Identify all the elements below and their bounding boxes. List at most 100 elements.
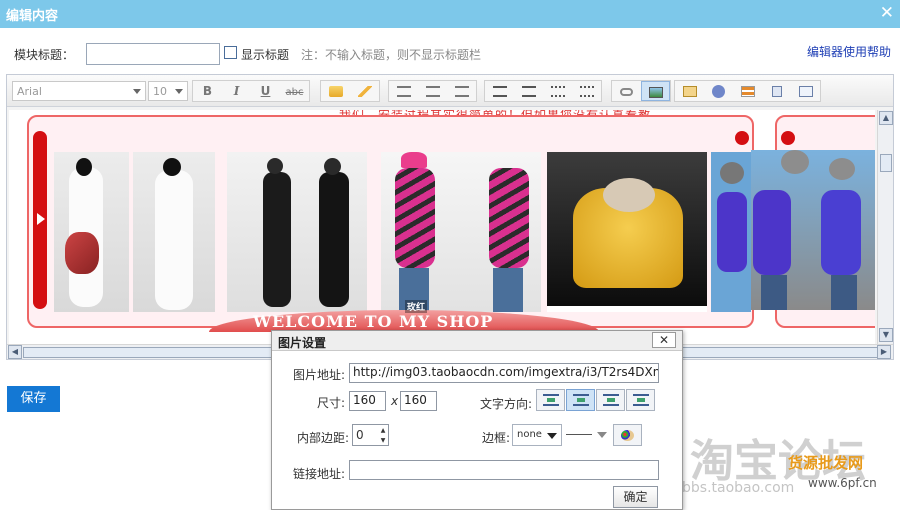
title-note: 注：不输入标题，则不显示标题栏 <box>301 48 482 62</box>
product-photo-6-left[interactable] <box>711 152 751 312</box>
chevron-down-icon <box>597 432 607 438</box>
list-group <box>484 80 602 102</box>
module-title-label: 模块标题： <box>14 48 75 62</box>
align-group <box>388 80 477 102</box>
brand-logo-text: 货源批发网 <box>788 454 864 472</box>
window-titlebar: 编辑内容 ✕ <box>0 0 900 28</box>
link-icon[interactable] <box>612 81 641 101</box>
vertical-scrollbar[interactable]: ▲ ▼ <box>877 110 893 344</box>
banner-frame: WELCOME TO MY SHOP 玫红 <box>27 115 754 332</box>
border-width-select[interactable] <box>563 424 611 446</box>
scroll-right-icon[interactable]: ▶ <box>877 345 891 359</box>
underline-icon[interactable]: U <box>251 81 280 101</box>
strikethrough-icon[interactable]: abc <box>280 81 309 101</box>
wrap-left-icon[interactable] <box>536 389 565 411</box>
image-url-input[interactable]: http://img03.taobaocdn.com/imgextra/i3/T… <box>349 363 659 383</box>
product-photo-5[interactable] <box>547 152 707 312</box>
product-photo-2[interactable] <box>133 152 215 312</box>
right-red-dot <box>735 131 749 145</box>
title-row: 模块标题： 显示标题 注：不输入标题，则不显示标题栏 编辑器使用帮助 <box>0 42 900 68</box>
close-icon[interactable]: ✕ <box>880 3 894 23</box>
padding-label: 内部边距: <box>297 431 350 445</box>
font-size-value: 10 <box>153 85 167 98</box>
wrap-center-icon[interactable] <box>566 389 595 411</box>
align-left-icon[interactable] <box>389 81 418 101</box>
text-direction-label: 文字方向: <box>480 397 533 411</box>
image-icon[interactable] <box>641 81 670 101</box>
next-red-dot <box>781 131 795 145</box>
scroll-down-icon[interactable]: ▼ <box>879 328 893 342</box>
numbered-list-icon[interactable] <box>572 81 601 101</box>
padding-stepper[interactable]: 0 ▲ ▼ <box>352 424 389 446</box>
show-title-label[interactable]: 显示标题 <box>241 46 289 63</box>
text-direction-buttons <box>536 389 656 411</box>
dialog-header: 图片设置 ✕ <box>272 331 682 351</box>
stepper-up-icon[interactable]: ▲ <box>379 426 387 435</box>
link-url-input[interactable] <box>349 460 659 480</box>
font-family-value: Arial <box>17 85 42 98</box>
stepper-down-icon[interactable]: ▼ <box>379 436 387 445</box>
padding-value: 0 <box>356 428 364 442</box>
product-photo-1[interactable] <box>54 152 129 312</box>
photo-tag: 玫红 <box>405 300 428 313</box>
welcome-banner: WELCOME TO MY SHOP <box>209 310 599 332</box>
border-label: 边框: <box>482 431 511 445</box>
image-settings-dialog: 图片设置 ✕ 图片地址: http://img03.taobaocdn.com/… <box>271 330 683 510</box>
wrap-right-icon[interactable] <box>596 389 625 411</box>
product-photo-3[interactable] <box>227 152 367 312</box>
source-code-icon[interactable] <box>791 81 820 101</box>
save-button[interactable]: 保存 <box>7 386 60 412</box>
link-url-label: 链接地址: <box>293 467 346 481</box>
insert-group <box>611 80 671 102</box>
border-style-select[interactable]: none <box>512 424 562 446</box>
outdent-icon[interactable] <box>514 81 543 101</box>
color-group <box>320 80 380 102</box>
chevron-down-icon <box>175 89 183 94</box>
scroll-up-icon[interactable]: ▲ <box>879 111 893 125</box>
window-title: 编辑内容 <box>6 9 59 24</box>
width-input[interactable]: 160 <box>349 391 386 411</box>
scroll-left-icon[interactable]: ◀ <box>8 345 22 359</box>
text-color-icon[interactable] <box>321 81 350 101</box>
bullet-list-icon[interactable] <box>543 81 572 101</box>
wrap-none-icon[interactable] <box>626 389 655 411</box>
dialog-close-icon[interactable]: ✕ <box>652 332 676 348</box>
font-size-select[interactable]: 10 <box>148 81 188 101</box>
watermark-url: bbs.taobao.com <box>682 480 795 496</box>
align-center-icon[interactable] <box>418 81 447 101</box>
border-style-value: none <box>517 429 542 440</box>
dialog-title: 图片设置 <box>278 336 327 350</box>
chevron-down-icon <box>133 89 141 94</box>
product-photo-4[interactable] <box>381 152 541 312</box>
indent-icon[interactable] <box>485 81 514 101</box>
line-sample-icon <box>566 434 592 435</box>
vertical-scroll-thumb[interactable] <box>880 154 892 172</box>
align-right-icon[interactable] <box>447 81 476 101</box>
rich-text-editor: Arial 10 B I U abc WELCOME TO MY SHOP 玫红… <box>6 74 894 360</box>
times-sign: x <box>391 394 399 408</box>
module-title-input[interactable] <box>86 43 220 65</box>
height-input[interactable]: 160 <box>400 391 437 411</box>
flash-icon[interactable] <box>704 81 733 101</box>
product-photo-6[interactable] <box>751 150 875 310</box>
size-label: 尺寸: <box>317 396 346 410</box>
editor-help-link[interactable]: 编辑器使用帮助 <box>807 43 891 60</box>
media-group <box>674 80 821 102</box>
editor-toolbar: Arial 10 B I U abc <box>7 75 893 107</box>
highlight-icon[interactable] <box>350 81 379 101</box>
welcome-text: WELCOME TO MY SHOP <box>253 312 494 331</box>
editor-content[interactable]: 我们，安装过程其实很简单的！但如果您没有认真看教 <box>9 110 875 344</box>
italic-icon[interactable]: I <box>222 81 251 101</box>
table-icon[interactable] <box>733 81 762 101</box>
border-color-palette-icon[interactable] <box>613 424 642 446</box>
image-url-label: 图片地址: <box>293 368 346 382</box>
format-group: B I U abc <box>192 80 310 102</box>
template-icon[interactable] <box>675 81 704 101</box>
chevron-down-icon <box>547 433 557 439</box>
media-icon[interactable] <box>762 81 791 101</box>
brand-url: www.6pf.cn <box>808 476 877 490</box>
show-title-checkbox[interactable] <box>224 46 237 59</box>
play-arrow-icon[interactable] <box>37 213 45 225</box>
bold-icon[interactable]: B <box>193 81 222 101</box>
font-family-select[interactable]: Arial <box>12 81 146 101</box>
